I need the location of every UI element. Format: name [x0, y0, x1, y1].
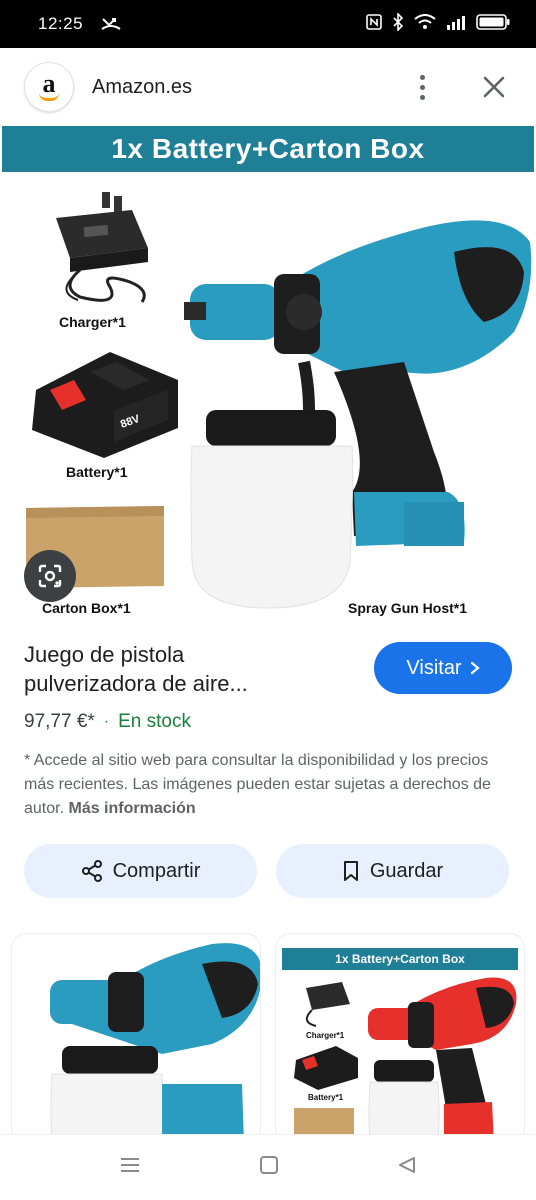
- smile-icon: [39, 93, 59, 101]
- label-carton: Carton Box*1: [42, 600, 131, 616]
- label-charger: Charger*1: [59, 314, 126, 330]
- spray-gun-illustration: [184, 220, 532, 609]
- share-button[interactable]: Compartir: [24, 844, 257, 898]
- site-logo[interactable]: a: [24, 62, 74, 112]
- disclaimer: * Accede al sitio web para consultar la …: [24, 749, 516, 821]
- share-button-label: Compartir: [112, 859, 201, 882]
- product-title[interactable]: Juego de pistola pulverizadora de aire..…: [24, 640, 344, 698]
- teal-spray-gun-thumbnail: [50, 943, 260, 1144]
- bookmark-icon: [343, 861, 358, 881]
- product-title-line2: pulverizadora de aire...: [24, 671, 248, 696]
- lens-icon: [38, 564, 62, 588]
- related-thumbnail[interactable]: [12, 934, 260, 1144]
- stock-status: En stock: [118, 711, 191, 732]
- product-title-line1: Juego de pistola: [24, 642, 185, 667]
- related-thumbnail[interactable]: 1x Battery+Carton Box Charger*1 Battery*…: [276, 934, 524, 1144]
- signal-icon: [446, 14, 466, 35]
- site-logo-letter: a: [42, 69, 56, 98]
- system-nav-bar: [0, 1134, 536, 1200]
- bluetooth-icon: [392, 11, 404, 36]
- nfc-icon: [366, 13, 382, 35]
- battery-illustration: 88V: [32, 352, 178, 458]
- browser-header: a Amazon.es: [0, 48, 536, 126]
- chevron-right-icon: [470, 661, 480, 675]
- save-button-label: Guardar: [369, 859, 444, 882]
- status-time: 12:25: [38, 14, 84, 33]
- thumbnail-label-charger: Charger*1: [306, 1031, 345, 1040]
- red-spray-gun-thumbnail: Charger*1 Battery*1: [294, 977, 517, 1144]
- status-bar: 12:25: [0, 0, 536, 48]
- product-info: Juego de pistola pulverizadora de aire..…: [24, 640, 344, 733]
- more-info-link[interactable]: Más información: [68, 800, 195, 817]
- charger-illustration: [56, 192, 148, 303]
- product-image[interactable]: 1x Battery+Carton Box Charger*1 88V Batt…: [0, 126, 536, 628]
- close-icon[interactable]: [474, 67, 514, 107]
- image-banner: 1x Battery+Carton Box: [2, 126, 534, 172]
- battery-icon: [476, 13, 510, 35]
- more-vert-icon[interactable]: [410, 67, 434, 107]
- save-button[interactable]: Guardar: [276, 844, 509, 898]
- product-price: 97,77 €*: [24, 711, 95, 732]
- share-icon: [81, 860, 102, 882]
- visit-button-label: Visitar: [406, 656, 462, 679]
- back-icon[interactable]: [397, 1155, 417, 1180]
- visit-button[interactable]: Visitar: [374, 642, 512, 694]
- recents-icon[interactable]: [119, 1156, 141, 1179]
- wifi-icon: [414, 13, 436, 35]
- lens-search-button[interactable]: [24, 550, 76, 602]
- label-spray-gun: Spray Gun Host*1: [348, 600, 468, 616]
- site-name[interactable]: Amazon.es: [92, 76, 192, 99]
- thumbnail-banner: 1x Battery+Carton Box: [282, 948, 518, 970]
- thumbnail-label-battery: Battery*1: [308, 1093, 344, 1102]
- price-separator: ·: [103, 713, 110, 730]
- home-icon[interactable]: [259, 1155, 279, 1180]
- label-battery: Battery*1: [66, 464, 128, 480]
- price-row: 97,77 €* · En stock: [24, 711, 344, 733]
- missed-call-icon: [101, 17, 121, 31]
